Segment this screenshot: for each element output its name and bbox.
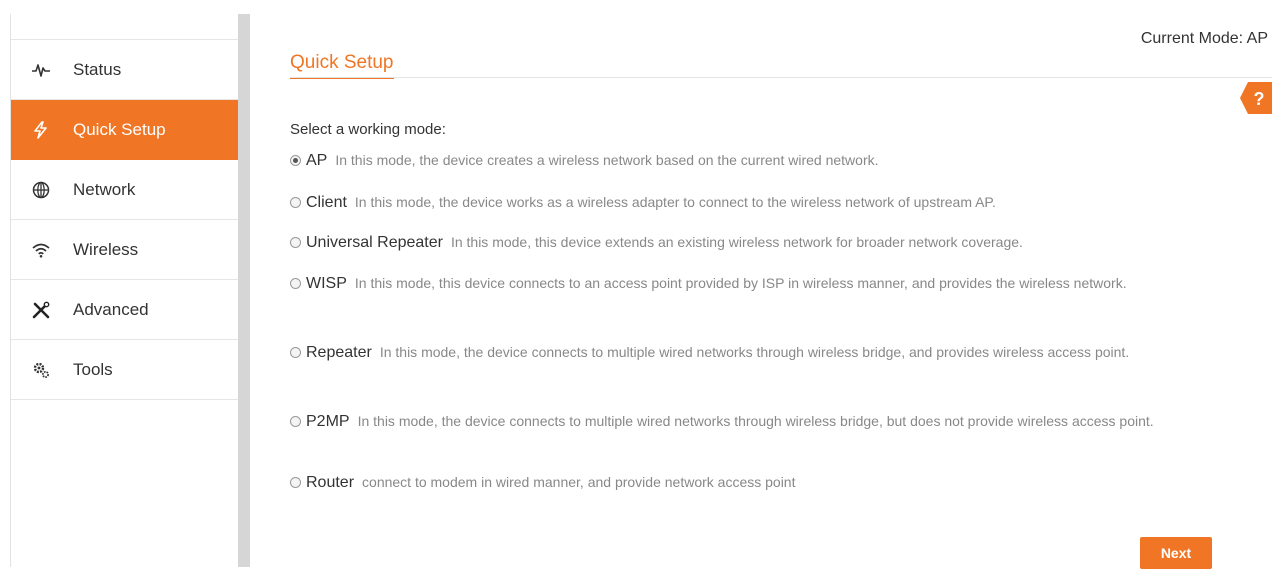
main-panel: Current Mode: AP Quick Setup ? Select a … [250, 14, 1272, 569]
sidebar-item-label: Network [73, 179, 136, 199]
sidebar-item-advanced[interactable]: Advanced [11, 280, 239, 340]
wifi-icon [29, 238, 53, 262]
svg-text:?: ? [1254, 89, 1265, 109]
mode-description: In this mode, the device connects to mul… [379, 344, 1130, 360]
mode-option-client[interactable]: Client In this mode, the device works as … [290, 191, 1210, 214]
radio-button[interactable] [290, 237, 301, 248]
mode-description: In this mode, this device connects to an… [354, 275, 1127, 291]
select-mode-label: Select a working mode: [290, 121, 446, 138]
help-button[interactable]: ? [1240, 82, 1272, 114]
sidebar-item-label: Advanced [73, 299, 149, 319]
sidebar: Status Quick Setup Network Wireless Adva… [10, 14, 239, 567]
sidebar-item-status[interactable]: Status [11, 40, 239, 100]
sidebar-item-label: Tools [73, 359, 113, 379]
mode-name: Router [306, 474, 355, 491]
globe-icon [29, 178, 53, 202]
radio-button[interactable] [290, 278, 301, 289]
mode-option-router[interactable]: Router connect to modem in wired manner, … [290, 471, 1210, 494]
mode-name: WISP [306, 275, 347, 292]
mode-name: Repeater [306, 344, 372, 361]
radio-button[interactable] [290, 416, 301, 427]
sidebar-item-label: Quick Setup [73, 120, 166, 139]
radio-button[interactable] [290, 477, 301, 488]
lightning-icon [29, 118, 53, 142]
mode-description: In this mode, this device extends an exi… [450, 234, 1023, 250]
tools-icon [29, 298, 53, 322]
radio-button[interactable] [290, 155, 301, 166]
sidebar-scrollbar[interactable] [238, 14, 250, 567]
current-mode-label: Current Mode: AP [1140, 30, 1268, 47]
radio-button[interactable] [290, 347, 301, 358]
sidebar-item-wireless[interactable]: Wireless [11, 220, 239, 280]
mode-option-ap[interactable]: AP In this mode, the device creates a wir… [290, 149, 1210, 172]
mode-name: Client [306, 194, 347, 211]
mode-description: In this mode, the device connects to mul… [357, 413, 1154, 429]
mode-option-universal-repeater[interactable]: Universal Repeater In this mode, this dev… [290, 231, 1210, 254]
sidebar-item-tools[interactable]: Tools [11, 340, 239, 400]
page-title: Quick Setup [290, 52, 394, 79]
sidebar-item-quick-setup[interactable]: Quick Setup [11, 100, 239, 160]
pulse-icon [29, 58, 53, 82]
sidebar-item-label: Status [73, 59, 122, 79]
mode-description: connect to modem in wired manner, and pr… [362, 474, 796, 490]
sidebar-item-label: Wireless [73, 239, 139, 259]
title-divider [290, 77, 1272, 78]
mode-description: In this mode, the device works as a wire… [354, 194, 996, 210]
mode-name: Universal Repeater [306, 234, 443, 251]
mode-name: AP [306, 152, 328, 169]
mode-description: In this mode, the device creates a wirel… [335, 152, 879, 168]
mode-option-repeater[interactable]: Repeater In this mode, the device connect… [290, 341, 1210, 364]
next-button[interactable]: Next [1140, 537, 1212, 569]
radio-button[interactable] [290, 197, 301, 208]
mode-option-wisp[interactable]: WISP In this mode, this device connects t… [290, 272, 1210, 295]
gears-icon [29, 358, 53, 382]
mode-option-p2mp[interactable]: P2MP In this mode, the device connects to… [290, 410, 1210, 433]
mode-name: P2MP [306, 413, 350, 430]
help-icon: ? [1240, 82, 1272, 114]
sidebar-item-network[interactable]: Network [11, 160, 239, 220]
